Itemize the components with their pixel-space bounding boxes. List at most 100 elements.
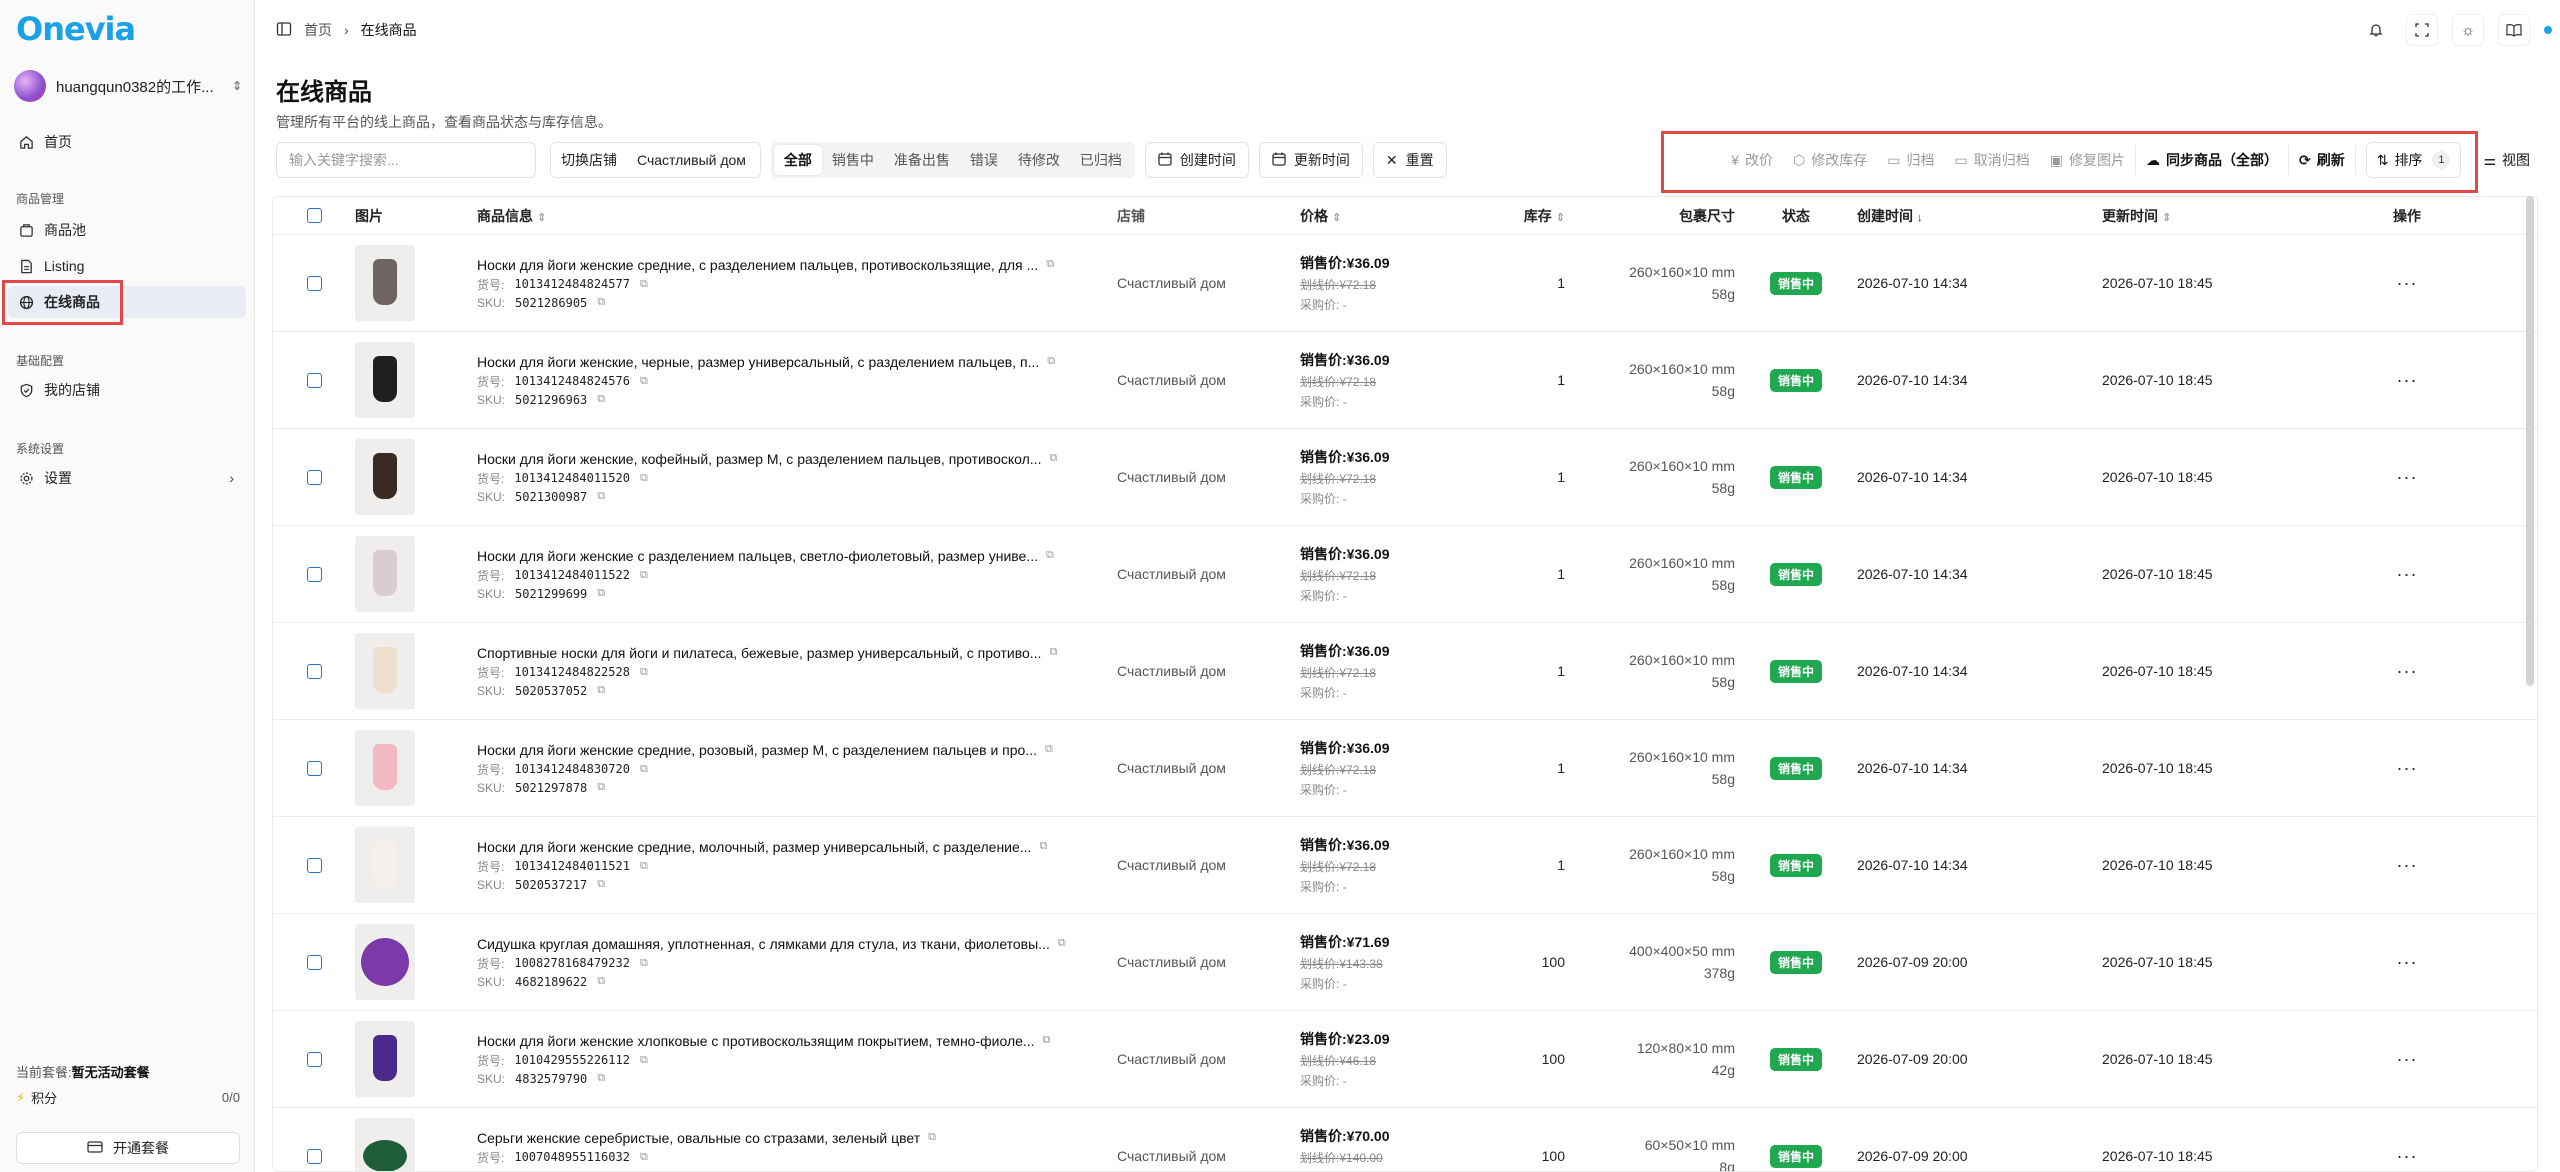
col-created[interactable]: 创建时间 ↓ bbox=[1857, 206, 2102, 226]
table-row[interactable]: Сидушка круглая домашняя, уплотненная, с… bbox=[273, 914, 2537, 1011]
row-checkbox[interactable] bbox=[306, 954, 322, 970]
open-plan-button[interactable]: 开通套餐 bbox=[16, 1132, 240, 1164]
row-checkbox[interactable] bbox=[306, 566, 322, 582]
more-options-icon[interactable]: ··· bbox=[2352, 273, 2462, 294]
copy-icon[interactable]: ⧉ bbox=[1046, 258, 1054, 271]
book-icon[interactable] bbox=[2498, 14, 2530, 46]
product-thumbnail[interactable] bbox=[355, 536, 415, 612]
row-checkbox[interactable] bbox=[306, 760, 322, 776]
sync-button[interactable]: ☁ 同步商品（全部） bbox=[2136, 142, 2288, 178]
product-thumbnail[interactable] bbox=[355, 245, 415, 321]
product-title[interactable]: Носки для йоги женские с разделением пал… bbox=[477, 548, 1038, 564]
unarchive-button[interactable]: ▭ 取消归档 bbox=[1945, 142, 2040, 178]
tab-ready[interactable]: 准备出售 bbox=[884, 145, 960, 175]
copy-icon[interactable]: ⧉ bbox=[1047, 355, 1055, 368]
search-input[interactable]: 输入关键字搜索... bbox=[276, 142, 536, 178]
col-price[interactable]: 价格 ⇕ bbox=[1300, 206, 1480, 226]
copy-icon[interactable]: ⧉ bbox=[640, 860, 648, 873]
product-title[interactable]: Носки для йоги женские средние, с раздел… bbox=[477, 257, 1038, 273]
col-updated[interactable]: 更新时间 ⇕ bbox=[2102, 206, 2352, 226]
copy-icon[interactable]: ⧉ bbox=[640, 375, 648, 388]
more-options-icon[interactable]: ··· bbox=[2352, 855, 2462, 876]
copy-icon[interactable]: ⧉ bbox=[928, 1131, 936, 1144]
sidebar-item-pool[interactable]: 商品池 bbox=[8, 214, 246, 246]
col-info[interactable]: 商品信息 ⇕ bbox=[477, 206, 1117, 226]
table-row[interactable]: Носки для йоги женские, кофейный, размер… bbox=[273, 429, 2537, 526]
product-title[interactable]: Спортивные носки для йоги и пилатеса, бе… bbox=[477, 645, 1041, 661]
copy-icon[interactable]: ⧉ bbox=[1039, 840, 1047, 853]
product-thumbnail[interactable] bbox=[355, 730, 415, 806]
copy-icon[interactable]: ⧉ bbox=[597, 296, 605, 309]
copy-icon[interactable]: ⧉ bbox=[597, 684, 605, 697]
table-row[interactable]: Носки для йоги женские средние, розовый,… bbox=[273, 720, 2537, 817]
copy-icon[interactable]: ⧉ bbox=[1046, 549, 1054, 562]
copy-icon[interactable]: ⧉ bbox=[597, 781, 605, 794]
col-stock[interactable]: 库存 ⇕ bbox=[1480, 206, 1565, 226]
more-options-icon[interactable]: ··· bbox=[2352, 661, 2462, 682]
product-thumbnail[interactable] bbox=[355, 1118, 415, 1171]
product-thumbnail[interactable] bbox=[355, 827, 415, 903]
more-options-icon[interactable]: ··· bbox=[2352, 564, 2462, 585]
copy-icon[interactable]: ⧉ bbox=[640, 666, 648, 679]
copy-icon[interactable]: ⧉ bbox=[597, 490, 605, 503]
select-all-checkbox[interactable] bbox=[306, 208, 322, 223]
product-thumbnail[interactable] bbox=[355, 633, 415, 709]
updated-time-filter[interactable]: 更新时间 bbox=[1258, 142, 1363, 178]
sidebar-item-home[interactable]: 首页 bbox=[8, 126, 246, 158]
product-thumbnail[interactable] bbox=[355, 439, 415, 515]
fullscreen-icon[interactable] bbox=[2406, 14, 2438, 46]
tab-archived[interactable]: 已归档 bbox=[1070, 145, 1132, 175]
sidebar-item-stores[interactable]: 我的店铺 bbox=[8, 374, 246, 406]
table-scrollbar[interactable] bbox=[2526, 196, 2534, 686]
table-row[interactable]: Носки для йоги женские средние, с раздел… bbox=[273, 235, 2537, 332]
copy-icon[interactable]: ⧉ bbox=[640, 278, 648, 291]
reprice-button[interactable]: ¥ 改价 bbox=[1721, 142, 1783, 178]
table-row[interactable]: Носки для йоги женские с разделением пал… bbox=[273, 526, 2537, 623]
reset-button[interactable]: ✕ 重置 bbox=[1372, 142, 1447, 178]
sidebar-item-online[interactable]: 在线商品 bbox=[8, 286, 246, 318]
table-row[interactable]: Серьги женские серебристые, овальные со … bbox=[273, 1108, 2537, 1171]
copy-icon[interactable]: ⧉ bbox=[1049, 646, 1057, 659]
copy-icon[interactable]: ⧉ bbox=[640, 569, 648, 582]
row-checkbox[interactable] bbox=[306, 1051, 322, 1067]
sun-icon[interactable]: ☼ bbox=[2452, 14, 2484, 46]
table-row[interactable]: Носки для йоги женские средние, молочный… bbox=[273, 817, 2537, 914]
created-time-filter[interactable]: 创建时间 bbox=[1144, 142, 1249, 178]
product-title[interactable]: Серьги женские серебристые, овальные со … bbox=[477, 1130, 920, 1146]
copy-icon[interactable]: ⧉ bbox=[640, 1151, 648, 1164]
workspace-switcher[interactable]: huangqun0382的工作... ⇕ bbox=[8, 64, 248, 108]
product-title[interactable]: Сидушка круглая домашняя, уплотненная, с… bbox=[477, 936, 1050, 952]
more-options-icon[interactable]: ··· bbox=[2352, 467, 2462, 488]
tab-all[interactable]: 全部 bbox=[773, 145, 822, 175]
sort-button[interactable]: ⇅ 排序 1 bbox=[2365, 142, 2462, 178]
row-checkbox[interactable] bbox=[306, 469, 322, 485]
product-title[interactable]: Носки для йоги женские хлопковые с проти… bbox=[477, 1033, 1035, 1049]
copy-icon[interactable]: ⧉ bbox=[597, 393, 605, 406]
product-title[interactable]: Носки для йоги женские средние, розовый,… bbox=[477, 742, 1037, 758]
more-options-icon[interactable]: ··· bbox=[2352, 1146, 2462, 1167]
tab-error[interactable]: 错误 bbox=[960, 145, 1008, 175]
refresh-button[interactable]: ⟳ 刷新 bbox=[2289, 142, 2355, 178]
archive-button[interactable]: ▭ 归档 bbox=[1877, 142, 1944, 178]
copy-icon[interactable]: ⧉ bbox=[597, 1072, 605, 1085]
copy-icon[interactable]: ⧉ bbox=[1058, 937, 1066, 950]
more-options-icon[interactable]: ··· bbox=[2352, 758, 2462, 779]
table-row[interactable]: Носки для йоги женские хлопковые с проти… bbox=[273, 1011, 2537, 1108]
copy-icon[interactable]: ⧉ bbox=[1045, 743, 1053, 756]
product-thumbnail[interactable] bbox=[355, 342, 415, 418]
product-thumbnail[interactable] bbox=[355, 1021, 415, 1097]
copy-icon[interactable]: ⧉ bbox=[1043, 1034, 1051, 1047]
copy-icon[interactable]: ⧉ bbox=[597, 587, 605, 600]
fix-image-button[interactable]: ▣ 修复图片 bbox=[2040, 142, 2135, 178]
breadcrumb-home[interactable]: 首页 bbox=[304, 20, 332, 40]
product-title[interactable]: Носки для йоги женские, кофейный, размер… bbox=[477, 451, 1041, 467]
sidebar-toggle-icon[interactable] bbox=[276, 21, 292, 40]
copy-icon[interactable]: ⧉ bbox=[640, 472, 648, 485]
edit-stock-button[interactable]: ⬡ 修改库存 bbox=[1783, 142, 1877, 178]
more-options-icon[interactable]: ··· bbox=[2352, 370, 2462, 391]
copy-icon[interactable]: ⧉ bbox=[597, 878, 605, 891]
more-options-icon[interactable]: ··· bbox=[2352, 1049, 2462, 1070]
copy-icon[interactable]: ⧉ bbox=[1049, 452, 1057, 465]
table-row[interactable]: Спортивные носки для йоги и пилатеса, бе… bbox=[273, 623, 2537, 720]
sidebar-item-settings[interactable]: 设置 › bbox=[8, 462, 246, 494]
